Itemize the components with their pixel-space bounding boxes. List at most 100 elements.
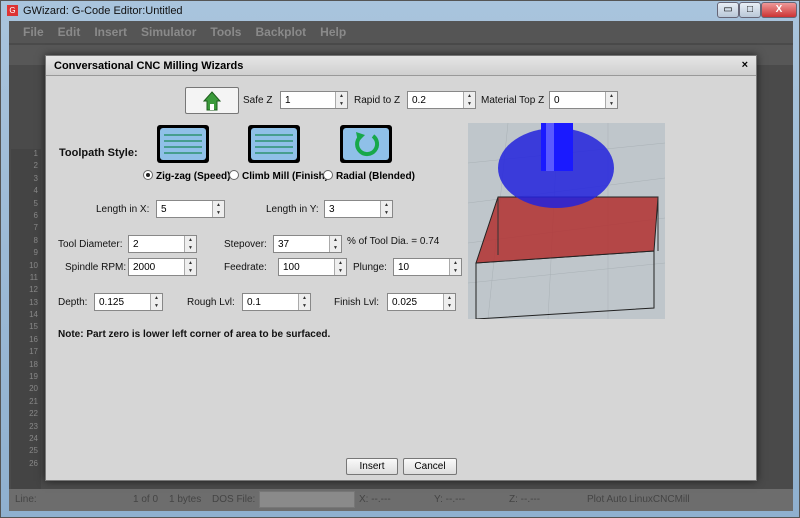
app-icon: G bbox=[7, 5, 18, 16]
zigzag-style-button[interactable] bbox=[157, 125, 209, 163]
status-plot: Plot Auto bbox=[587, 494, 628, 505]
dialog-title: Conversational CNC Milling Wizards bbox=[54, 60, 244, 72]
radio-zigzag[interactable]: Zig-zag (Speed) bbox=[143, 170, 230, 182]
line-number: 3 bbox=[33, 173, 38, 183]
stepover-note: % of Tool Dia. = 0.74 bbox=[347, 236, 440, 247]
preview-3d-graphic bbox=[468, 123, 665, 319]
dialog-header: Conversational CNC Milling Wizards × bbox=[46, 56, 756, 76]
insert-button[interactable]: Insert bbox=[346, 458, 398, 475]
dialog-close-button[interactable]: × bbox=[742, 59, 748, 71]
minimize-button[interactable]: ▭ bbox=[717, 2, 739, 18]
spindle-rpm-input[interactable]: ▲▼ bbox=[128, 258, 197, 276]
line-number: 21 bbox=[29, 396, 38, 406]
line-number: 14 bbox=[29, 310, 38, 320]
line-number: 18 bbox=[29, 359, 38, 369]
rapid-z-label: Rapid to Z bbox=[354, 95, 401, 106]
radial-style-button[interactable] bbox=[340, 125, 392, 163]
status-machine: LinuxCNCMill bbox=[629, 494, 690, 505]
status-pos: 1 of 0 bbox=[133, 494, 159, 505]
line-number: 12 bbox=[29, 285, 38, 295]
material-top-z-input[interactable]: ▲▼ bbox=[549, 91, 618, 109]
feedrate-label: Feedrate: bbox=[224, 262, 267, 273]
line-number: 4 bbox=[33, 186, 38, 196]
toolpath-preview bbox=[468, 123, 665, 319]
title-bar: G GWizard: G-Code Editor:Untitled ▭ □ X bbox=[1, 1, 800, 21]
toolpath-style-label: Toolpath Style: bbox=[59, 147, 138, 159]
dos-file-field[interactable] bbox=[259, 491, 355, 508]
wizard-dialog: Conversational CNC Milling Wizards × Saf… bbox=[45, 55, 757, 481]
line-number: 25 bbox=[29, 446, 38, 456]
length-y-input[interactable]: ▲▼ bbox=[324, 200, 393, 218]
line-number: 23 bbox=[29, 421, 38, 431]
cancel-button[interactable]: Cancel bbox=[403, 458, 457, 475]
climb-mill-icon bbox=[255, 134, 293, 154]
line-number: 10 bbox=[29, 260, 38, 270]
length-y-label: Length in Y: bbox=[266, 204, 319, 215]
line-number: 13 bbox=[29, 297, 38, 307]
rough-level-label: Rough Lvl: bbox=[187, 297, 235, 308]
plunge-input[interactable]: ▲▼ bbox=[393, 258, 462, 276]
status-line: Line: bbox=[15, 494, 37, 505]
line-number: 8 bbox=[33, 235, 38, 245]
status-bytes: 1 bytes bbox=[169, 494, 202, 505]
status-dos-label: DOS File: bbox=[212, 494, 256, 505]
line-number: 9 bbox=[33, 248, 38, 258]
line-number: 24 bbox=[29, 433, 38, 443]
status-x: X: --.--- bbox=[359, 494, 391, 505]
line-number: 1 bbox=[33, 149, 38, 158]
tool-diameter-input[interactable]: ▲▼ bbox=[128, 235, 197, 253]
menu-help[interactable]: Help bbox=[320, 25, 346, 39]
depth-label: Depth: bbox=[58, 297, 88, 308]
radial-icon bbox=[355, 132, 380, 157]
line-number: 26 bbox=[29, 458, 38, 468]
line-number: 5 bbox=[33, 198, 38, 208]
line-number-gutter: 1 2 3 4 5 6 7 8 9 10 11 12 13 14 15 16 17 18 19 20 21 22 23 24 2… bbox=[11, 149, 41, 494]
spindle-rpm-label: Spindle RPM: bbox=[65, 262, 127, 273]
radio-radial[interactable]: Radial (Blended) bbox=[323, 170, 415, 182]
material-top-z-label: Material Top Z bbox=[481, 95, 545, 106]
finish-level-input[interactable]: ▲▼ bbox=[387, 293, 456, 311]
part-zero-note: Note: Part zero is lower left corner of … bbox=[58, 329, 331, 340]
status-z: Z: --.--- bbox=[509, 494, 541, 505]
line-number: 7 bbox=[33, 223, 38, 233]
home-icon bbox=[202, 91, 222, 111]
line-number: 16 bbox=[29, 334, 38, 344]
close-button[interactable]: X bbox=[761, 2, 797, 18]
safe-z-label: Safe Z bbox=[243, 95, 273, 106]
line-number: 17 bbox=[29, 347, 38, 357]
window-title: GWizard: G-Code Editor:Untitled bbox=[23, 5, 183, 17]
climb-mill-style-button[interactable] bbox=[248, 125, 300, 163]
line-number: 11 bbox=[29, 272, 38, 282]
menu-file[interactable]: File bbox=[23, 25, 44, 39]
rapid-z-input[interactable]: ▲▼ bbox=[407, 91, 476, 109]
menu-backplot[interactable]: Backplot bbox=[255, 25, 306, 39]
line-number: 19 bbox=[29, 372, 38, 382]
menu-insert[interactable]: Insert bbox=[94, 25, 127, 39]
status-bar: Line: 1 of 0 1 bytes DOS File: X: --.---… bbox=[9, 489, 793, 511]
line-number: 2 bbox=[33, 161, 38, 171]
length-x-label: Length in X: bbox=[96, 204, 150, 215]
menu-bar: File Edit Insert Simulator Tools Backplot Help bbox=[9, 21, 793, 43]
home-button[interactable] bbox=[185, 87, 239, 114]
line-number: 15 bbox=[29, 322, 38, 332]
tool-diameter-label: Tool Diameter: bbox=[58, 239, 123, 250]
maximize-button[interactable]: □ bbox=[739, 2, 761, 18]
stepover-label: Stepover: bbox=[224, 239, 267, 250]
status-y: Y: --.--- bbox=[434, 494, 466, 505]
stepover-input[interactable]: ▲▼ bbox=[273, 235, 342, 253]
line-number: 20 bbox=[29, 384, 38, 394]
zigzag-icon bbox=[164, 134, 202, 154]
menu-edit[interactable]: Edit bbox=[58, 25, 81, 39]
line-number: 6 bbox=[33, 210, 38, 220]
depth-input[interactable]: ▲▼ bbox=[94, 293, 163, 311]
radio-climb-mill[interactable]: Climb Mill (Finish) bbox=[229, 170, 328, 182]
feedrate-input[interactable]: ▲▼ bbox=[278, 258, 347, 276]
menu-tools[interactable]: Tools bbox=[210, 25, 241, 39]
line-number: 22 bbox=[29, 409, 38, 419]
length-x-input[interactable]: ▲▼ bbox=[156, 200, 225, 218]
menu-simulator[interactable]: Simulator bbox=[141, 25, 196, 39]
plunge-label: Plunge: bbox=[353, 262, 387, 273]
finish-level-label: Finish Lvl: bbox=[334, 297, 380, 308]
safe-z-input[interactable]: ▲▼ bbox=[280, 91, 348, 109]
rough-level-input[interactable]: ▲▼ bbox=[242, 293, 311, 311]
